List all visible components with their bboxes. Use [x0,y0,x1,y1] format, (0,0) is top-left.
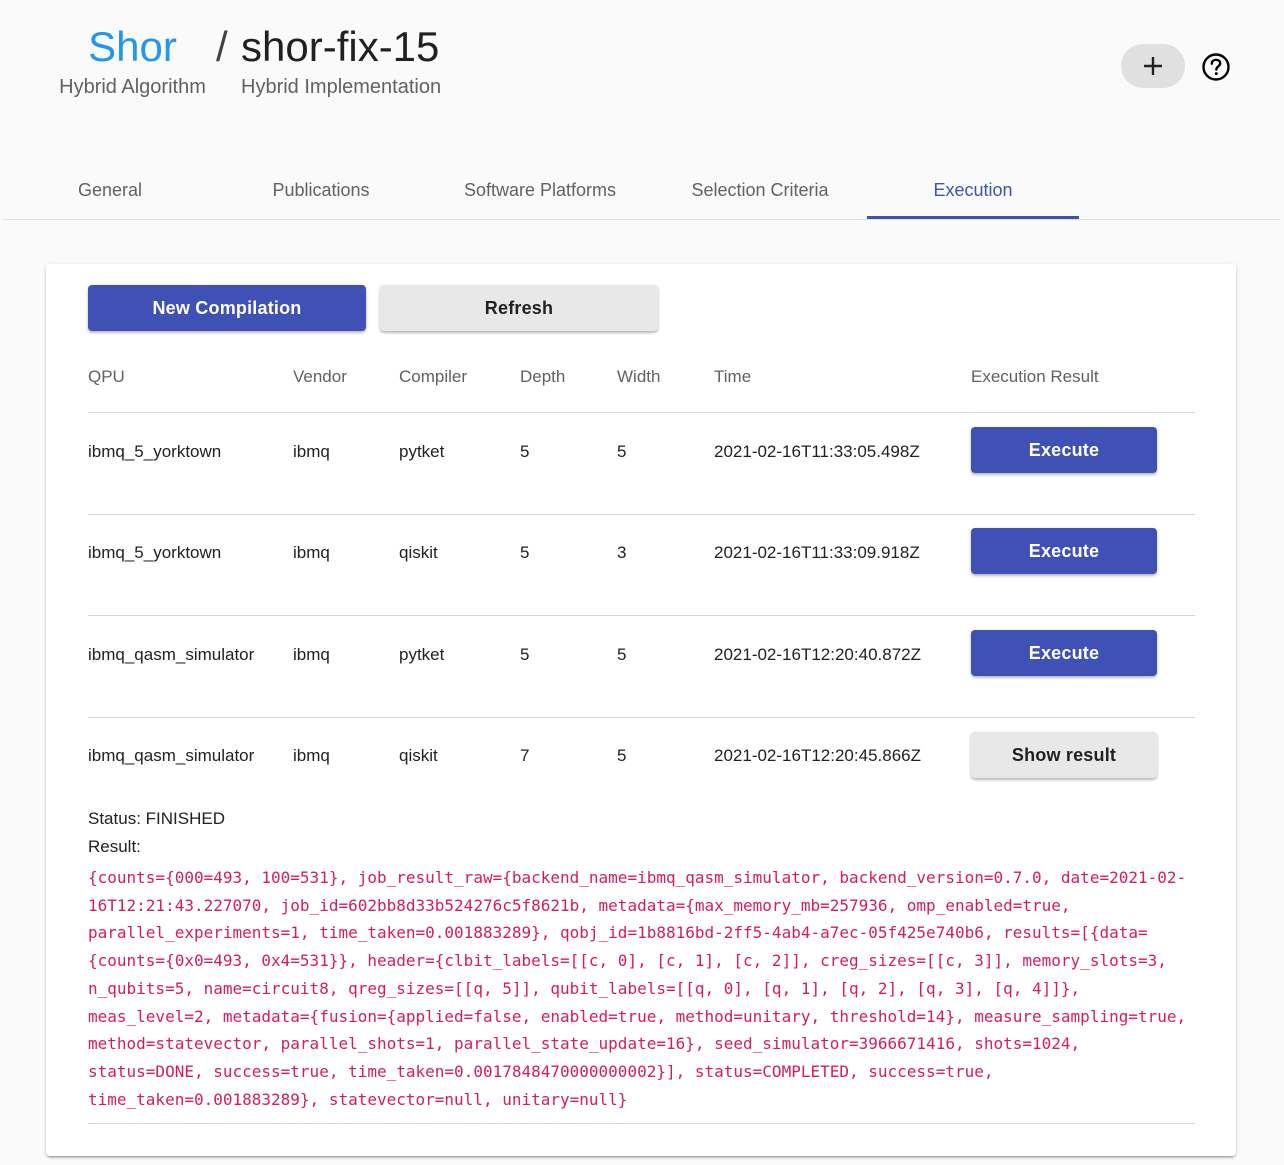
cell-width: 5 [617,645,627,664]
table-divider [88,717,1195,718]
column-header-compiler: Compiler [399,367,468,386]
cell-depth: 5 [520,645,530,664]
tab-bar: General Publications Software Platforms … [3,160,1280,220]
cell-depth: 7 [520,746,530,765]
cell-qpu: ibmq_5_yorktown [88,543,222,562]
table-divider [88,615,1195,616]
show-result-button[interactable]: Show result [971,732,1157,778]
breadcrumb-implementation: shor-fix-15 Hybrid Implementation [241,22,441,99]
cell-vendor: ibmq [293,746,330,765]
cell-time: 2021-02-16T11:33:09.918Z [714,543,920,562]
column-header-depth: Depth [520,367,566,386]
cell-width: 3 [617,543,627,562]
column-header-vendor: Vendor [293,367,347,386]
cell-time: 2021-02-16T12:20:40.872Z [714,645,921,664]
cell-compiler: qiskit [399,746,438,765]
breadcrumb-separator: / [216,23,228,70]
implementation-title: shor-fix-15 [241,23,440,70]
tab-execution[interactable]: Execution [867,160,1079,220]
execute-button[interactable]: Execute [971,427,1157,473]
cell-depth: 5 [520,543,530,562]
add-button[interactable] [1121,44,1185,88]
new-compilation-button[interactable]: New Compilation [88,285,366,331]
execute-button[interactable]: Execute [971,528,1157,574]
cell-qpu: ibmq_5_yorktown [88,442,222,461]
cell-depth: 5 [520,442,530,461]
breadcrumb-algorithm: Shor Hybrid Algorithm [55,22,210,99]
page-header: Shor Hybrid Algorithm / shor-fix-15 Hybr… [0,0,1284,120]
execution-card: New Compilation Refresh QPU Vendor Compi… [46,264,1236,1156]
status-text: Status: FINISHED [88,809,225,828]
cell-qpu: ibmq_qasm_simulator [88,746,255,765]
help-button[interactable] [1198,49,1234,85]
cell-time: 2021-02-16T11:33:05.498Z [714,442,920,461]
algorithm-type-label: Hybrid Algorithm [59,76,206,98]
result-divider [88,1123,1195,1124]
cell-time: 2021-02-16T12:20:45.866Z [714,746,921,765]
tab-publications[interactable]: Publications [216,160,426,220]
algorithm-link[interactable]: Shor [55,22,210,72]
cell-qpu: ibmq_qasm_simulator [88,645,255,664]
active-tab-indicator [867,216,1079,219]
column-header-qpu: QPU [88,367,125,386]
result-label: Result: [88,837,141,856]
refresh-button[interactable]: Refresh [380,285,658,331]
cell-vendor: ibmq [293,543,330,562]
result-raw-output: {counts={000=493, 100=531}, job_result_r… [88,868,1187,1109]
column-header-width: Width [617,367,661,386]
column-header-time: Time [714,367,752,386]
cell-compiler: qiskit [399,543,438,562]
implementation-type-label: Hybrid Implementation [241,76,442,98]
cell-compiler: pytket [399,645,445,664]
plus-icon [1144,57,1162,75]
execute-button[interactable]: Execute [971,630,1157,676]
cell-compiler: pytket [399,442,445,461]
cell-vendor: ibmq [293,645,330,664]
help-circle-icon [1202,53,1230,81]
cell-vendor: ibmq [293,442,330,461]
column-header-execution-result: Execution Result [971,367,1099,386]
cell-width: 5 [617,442,627,461]
table-divider [88,514,1195,515]
tab-selection-criteria[interactable]: Selection Criteria [653,160,867,220]
table-divider [88,412,1195,413]
tab-software-platforms[interactable]: Software Platforms [429,160,651,220]
cell-width: 5 [617,746,627,765]
tab-general[interactable]: General [5,160,215,220]
